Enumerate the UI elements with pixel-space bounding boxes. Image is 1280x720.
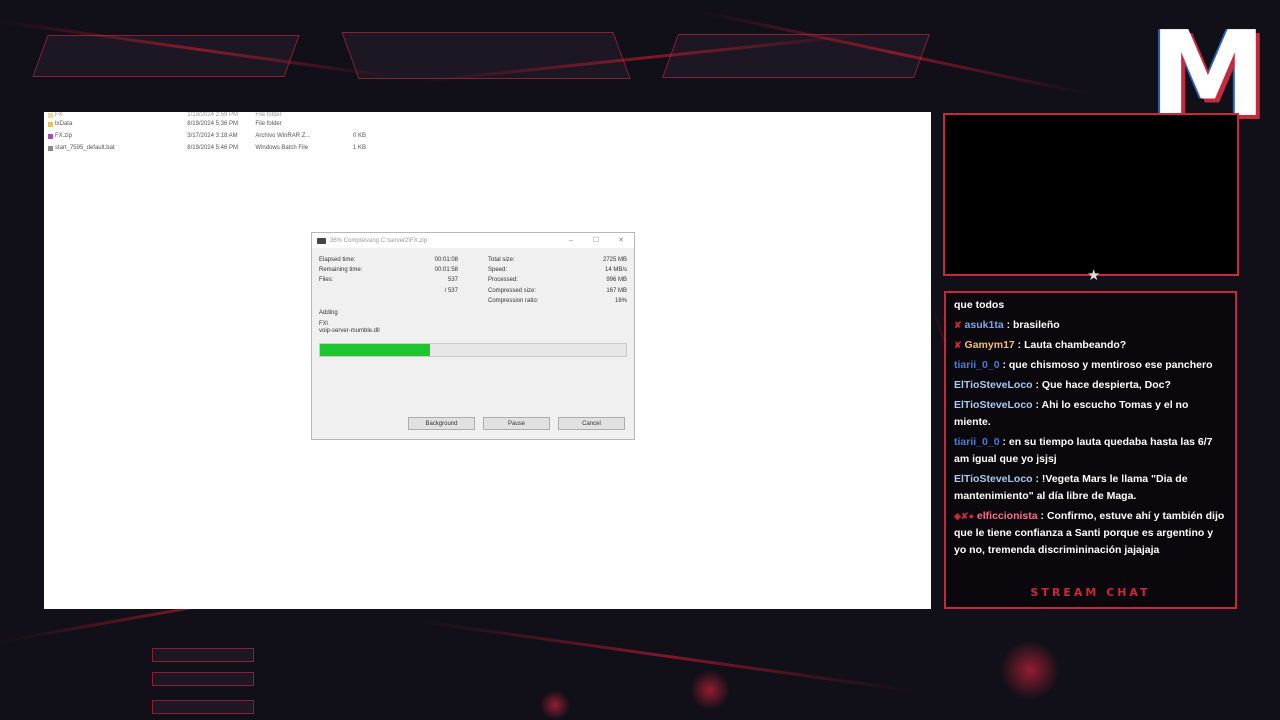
screen-capture: FX 1/19/2024 2:59 PM File folder txData … — [44, 112, 931, 609]
file-date: 3/17/2024 3:18 AM — [187, 133, 238, 139]
progress-fill — [320, 344, 431, 356]
chat-message: ElTioSteveLoco : Que hace despierta, Doc… — [954, 377, 1226, 394]
speed-value: 14 MB/s — [604, 267, 627, 273]
chat-text: : brasileño — [1003, 319, 1060, 331]
elapsed-value: 00:01:08 — [434, 257, 458, 263]
user-badge-icon: ✘ — [954, 320, 962, 330]
chat-text: que todos — [954, 299, 1005, 311]
maximize-icon[interactable]: ☐ — [591, 236, 601, 246]
chat-username[interactable]: tiarii_0_0 — [954, 436, 1000, 448]
total-size-label: Total size: — [488, 257, 515, 263]
files-value: 537 — [447, 277, 458, 283]
chat-username[interactable]: elficcionista — [977, 510, 1038, 522]
processed-label: Processed: — [488, 277, 519, 283]
files-label: Files: — [319, 277, 334, 283]
chat-message: tiarii_0_0 : en su tiempo lauta quedaba … — [954, 434, 1226, 468]
chat-username[interactable]: tiarii_0_0 — [954, 359, 1000, 371]
file-row[interactable]: txData 8/19/2024 5:36 PM File folder — [48, 118, 366, 130]
chat-username[interactable]: ElTioSteveLoco — [954, 473, 1033, 485]
chat-text: : Lauta chambeando? — [1014, 339, 1127, 351]
processed-value: 996 MB — [606, 277, 627, 283]
dialog-titlebar[interactable]: 36% Compressing C:\server2\FX.zip – ☐ ✕ — [312, 233, 634, 248]
remaining-label: Remaining time: — [319, 267, 363, 273]
compression-dialog: 36% Compressing C:\server2\FX.zip – ☐ ✕ … — [311, 232, 635, 440]
close-icon[interactable]: ✕ — [616, 236, 626, 246]
chat-username[interactable]: Gamym17 — [965, 339, 1015, 351]
chat-text: : Que hace despierta, Doc? — [1032, 379, 1171, 391]
file-date: 8/19/2024 5:46 PM — [187, 145, 238, 151]
adding-path: FX\ — [319, 321, 329, 327]
file-type: Windows Batch File — [255, 145, 309, 151]
chat-message: que todos — [954, 297, 1226, 314]
file-name: start_7595_default.bat — [54, 145, 115, 151]
chat-username[interactable]: ElTioSteveLoco — [954, 399, 1033, 411]
file-name: FX.zip — [54, 133, 72, 139]
user-badge-icon: ◆✘● — [954, 511, 974, 521]
batch-file-icon — [48, 145, 53, 151]
file-row[interactable]: FX.zip 3/17/2024 3:18 AM Archivo WinRAR … — [48, 130, 366, 142]
chat-message: ElTioSteveLoco : Ahi lo escucho Tomas y … — [954, 397, 1226, 431]
elapsed-label: Elapsed time: — [319, 257, 356, 263]
minimize-icon[interactable]: – — [566, 236, 576, 246]
chat-footer-title: STREAM CHAT — [1030, 586, 1151, 599]
ratio-value: 16% — [614, 298, 627, 304]
user-badge-icon: ✘ — [954, 340, 962, 350]
adding-label: Adding — [319, 310, 338, 316]
total-size-value: 2725 MB — [602, 257, 627, 263]
file-size: 1 KB — [353, 145, 367, 151]
compression-progress-bar — [319, 343, 627, 357]
folder-icon — [48, 112, 53, 118]
speed-label: Speed: — [488, 267, 508, 273]
chat-message: ✘ asuk1ta : brasileño — [954, 317, 1226, 334]
stream-chat: que todos ✘ asuk1ta : brasileño ✘ Gamym17 : … — [944, 291, 1237, 609]
chat-message: ✘ Gamym17 : Lauta chambeando? — [954, 337, 1226, 354]
chat-message: tiarii_0_0 : que chismoso y mentiroso es… — [954, 357, 1226, 374]
compressed-label: Compressed size: — [488, 288, 537, 294]
file-date: 8/19/2024 5:36 PM — [187, 121, 238, 127]
file-type: Archivo WinRAR Z... — [255, 133, 311, 139]
chat-message: ◆✘● elficcionista : Confirmo, estuve ahí … — [954, 508, 1226, 559]
file-name: txData — [54, 121, 73, 127]
zip-icon — [48, 133, 53, 139]
compressed-value: 167 MB — [606, 288, 627, 294]
remaining-value: 00:01:58 — [434, 267, 458, 273]
pause-button[interactable]: Pause — [483, 417, 550, 430]
chat-message: ElTioSteveLoco : !Vegeta Mars le llama "… — [954, 471, 1226, 505]
files-total: / 537 — [444, 288, 458, 294]
adding-file: voip-server-mumble.dll — [319, 328, 380, 334]
winrar-icon — [317, 237, 326, 244]
webcam-frame: ★ — [943, 113, 1239, 284]
file-size: 0 KB — [353, 133, 367, 139]
folder-icon — [48, 121, 53, 127]
file-row[interactable]: start_7595_default.bat 8/19/2024 5:46 PM… — [48, 142, 366, 154]
chat-messages: que todos ✘ asuk1ta : brasileño ✘ Gamym17 : … — [954, 297, 1226, 559]
file-type: File folder — [255, 121, 282, 127]
chat-username[interactable]: ElTioSteveLoco — [954, 379, 1033, 391]
star-icon: ★ — [1087, 267, 1101, 284]
cancel-button[interactable]: Cancel — [558, 417, 625, 430]
dialog-title: 36% Compressing C:\server2\FX.zip — [330, 237, 428, 244]
background-button[interactable]: Background — [408, 417, 475, 430]
chat-username[interactable]: asuk1ta — [965, 319, 1004, 331]
ratio-label: Compression ratio: — [488, 298, 539, 304]
chat-text: : que chismoso y mentiroso ese panchero — [999, 359, 1213, 371]
file-list: FX 1/19/2024 2:59 PM File folder txData … — [48, 112, 366, 154]
